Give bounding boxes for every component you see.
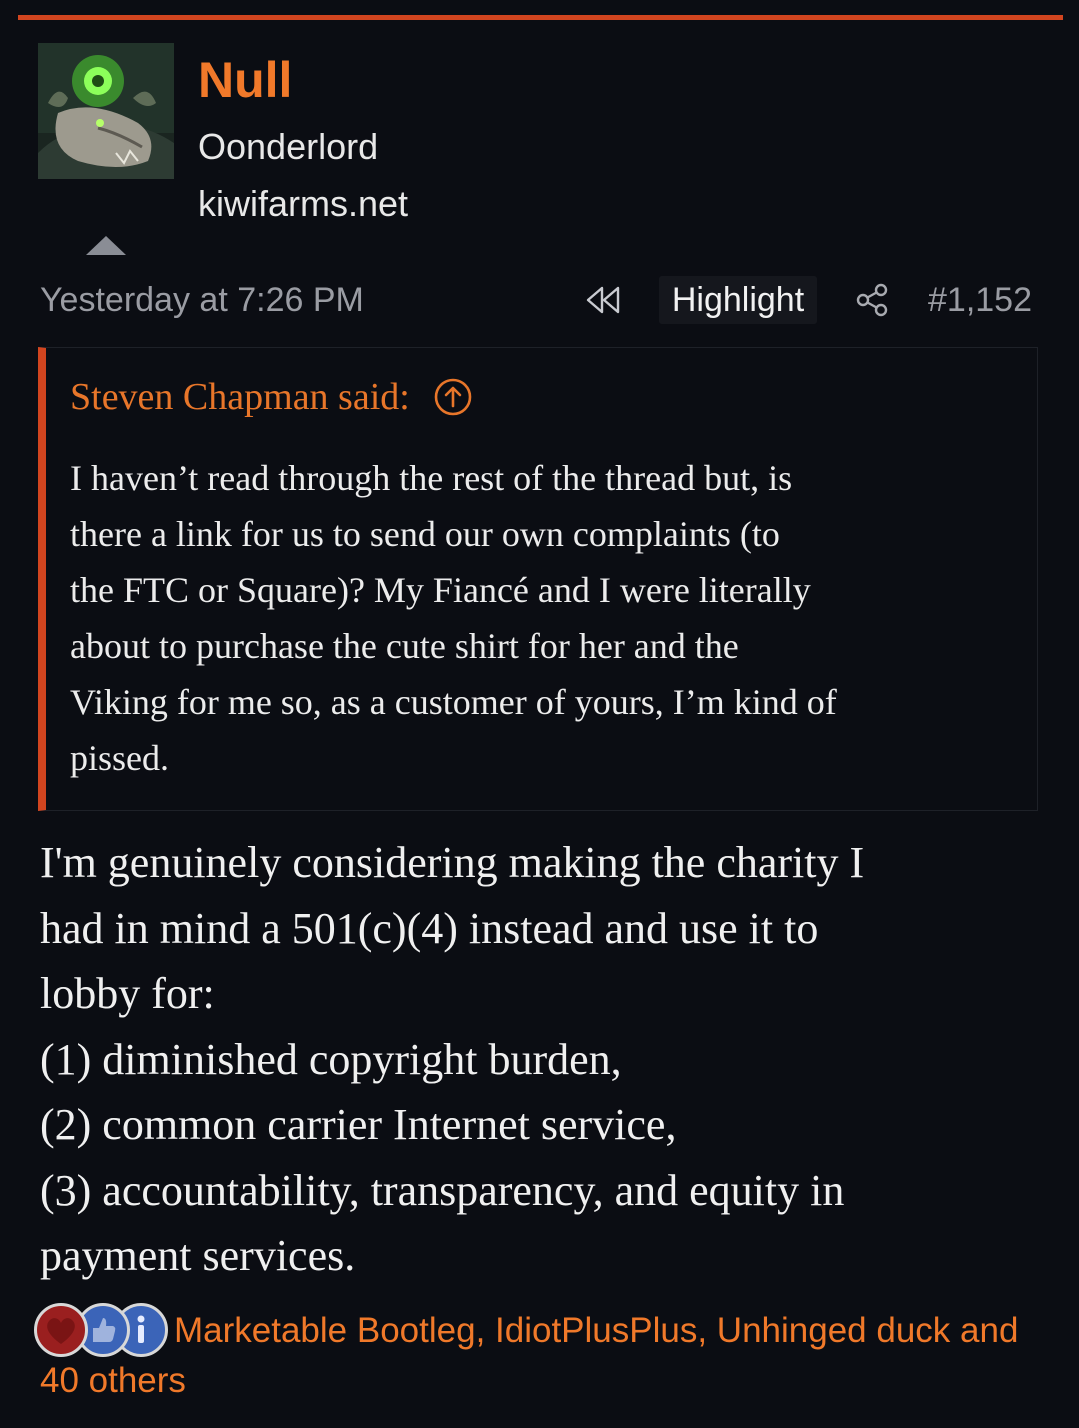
post-body-line: (3) accountability, transparency, and eq… — [40, 1165, 845, 1215]
user-site: kiwifarms.net — [198, 183, 409, 224]
top-accent-bar — [18, 15, 1063, 20]
quote-author-link[interactable]: Steven Chapman said: — [70, 374, 473, 420]
reaction-icons[interactable] — [34, 1303, 174, 1359]
quote-line: Viking for me so, as a customer of yours… — [70, 682, 837, 722]
user-title: Oonderlord — [198, 126, 379, 167]
post-body-line: (1) diminished copyright burden, — [40, 1034, 622, 1084]
quote-line: I haven’t read through the rest of the t… — [70, 458, 793, 498]
username[interactable]: Null — [198, 50, 292, 110]
user-avatar[interactable] — [38, 43, 174, 179]
share-icon[interactable] — [854, 282, 890, 318]
post-body-line: payment services. — [40, 1231, 356, 1280]
post-body-line: had in mind a 501(c)(4) instead and use … — [40, 903, 819, 953]
jump-to-quote-icon[interactable] — [433, 377, 473, 417]
post-body-line: I'm genuinely considering making the cha… — [40, 838, 865, 887]
quote-line: there a link for us to send our own comp… — [70, 514, 780, 554]
highlight-button[interactable]: Highlight — [659, 276, 817, 324]
post-body-line: lobby for: — [40, 969, 215, 1018]
reaction-summary-link[interactable]: Marketable Bootleg, IdiotPlusPlus, Unhin… — [40, 1306, 1040, 1406]
quote-line: pissed. — [70, 738, 169, 778]
avatar-image — [38, 43, 174, 179]
collapse-arrow-icon[interactable] — [86, 236, 126, 255]
heart-reaction-icon[interactable] — [34, 1303, 88, 1357]
post-number-link[interactable]: #1,152 — [928, 278, 1032, 322]
post-date[interactable]: Yesterday at 7:26 PM — [40, 278, 364, 322]
quote-text: I haven’t read through the rest of the t… — [70, 450, 1030, 786]
post-body: I'm genuinely considering making the cha… — [40, 830, 1050, 1289]
post-meta-row: Yesterday at 7:26 PM Highlight #1,152 — [0, 272, 1079, 328]
quote-author-label: Steven Chapman said: — [70, 376, 410, 418]
quote-line: the FTC or Square)? My Fiancé and I were… — [70, 570, 811, 610]
quote-block: Steven Chapman said: I haven’t read thro… — [38, 347, 1038, 811]
rewind-icon[interactable] — [582, 284, 624, 316]
post-body-line: (2) common carrier Internet service, — [40, 1100, 677, 1149]
quote-line: about to purchase the cute shirt for her… — [70, 626, 739, 666]
